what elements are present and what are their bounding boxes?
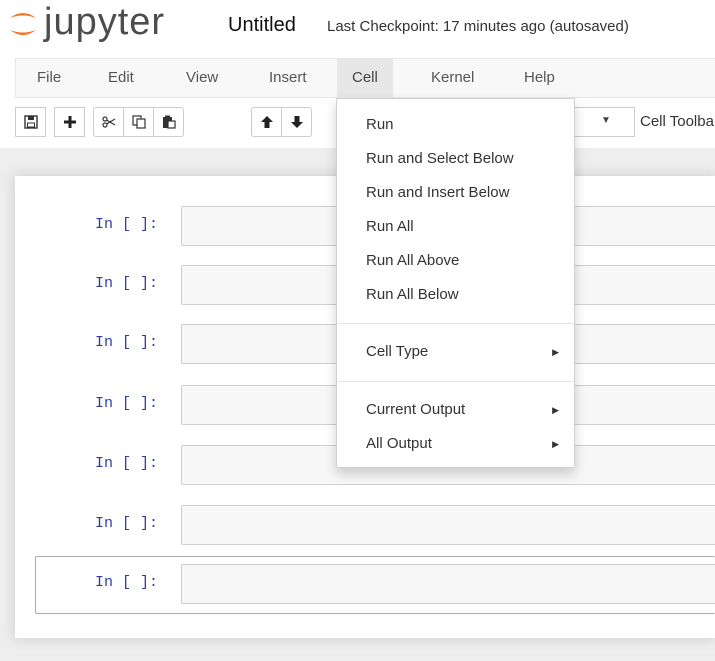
- caret-down-icon: ▼: [601, 115, 611, 126]
- paste-icon: [162, 115, 176, 129]
- menu-help[interactable]: Help: [509, 59, 570, 97]
- code-input[interactable]: [181, 505, 715, 545]
- save-button[interactable]: [15, 107, 46, 137]
- menu-run-all[interactable]: Run All: [337, 210, 574, 244]
- input-prompt: In [ ]:: [95, 275, 159, 292]
- menu-divider: [338, 381, 574, 382]
- copy-icon: [131, 115, 146, 129]
- input-prompt: In [ ]:: [95, 216, 159, 233]
- menu-kernel[interactable]: Kernel: [416, 59, 489, 97]
- move-up-button[interactable]: [251, 107, 282, 137]
- insert-cell-button[interactable]: [54, 107, 85, 137]
- menu-run[interactable]: Run: [337, 108, 574, 142]
- code-cell[interactable]: In [ ]:: [35, 497, 715, 555]
- submenu-arrow-icon: ▶: [552, 405, 559, 415]
- cut-button[interactable]: [93, 107, 124, 137]
- code-cell-selected[interactable]: In [ ]:: [35, 556, 715, 614]
- copy-button[interactable]: [123, 107, 154, 137]
- menu-all-output[interactable]: All Output ▶: [337, 427, 574, 461]
- menu-all-output-label: All Output: [366, 435, 432, 452]
- input-prompt: In [ ]:: [95, 515, 159, 532]
- input-prompt: In [ ]:: [95, 395, 159, 412]
- input-prompt: In [ ]:: [95, 574, 159, 591]
- cell-toolbar-label: Cell Toolbar: [640, 113, 715, 130]
- scissors-icon: [101, 116, 115, 128]
- menu-run-insert-below[interactable]: Run and Insert Below: [337, 176, 574, 210]
- plus-icon: [63, 116, 76, 128]
- menu-run-select-below[interactable]: Run and Select Below: [337, 142, 574, 176]
- paste-button[interactable]: [153, 107, 184, 137]
- menu-cell-type[interactable]: Cell Type ▶: [337, 335, 574, 369]
- checkpoint-status: Last Checkpoint: 17 minutes ago (autosav…: [327, 18, 629, 35]
- menu-current-output-label: Current Output: [366, 401, 466, 418]
- code-input[interactable]: [181, 564, 715, 604]
- input-prompt: In [ ]:: [95, 334, 159, 351]
- menu-divider: [338, 323, 574, 324]
- notebook-name[interactable]: Untitled: [228, 14, 296, 37]
- menu-cell-type-label: Cell Type: [366, 343, 429, 360]
- menu-edit[interactable]: Edit: [93, 59, 149, 97]
- input-prompt: In [ ]:: [95, 455, 159, 472]
- jupyter-logo-icon[interactable]: [6, 6, 40, 42]
- save-icon: [23, 115, 38, 129]
- arrow-up-icon: [260, 116, 273, 128]
- menu-insert[interactable]: Insert: [254, 59, 322, 97]
- menu-run-all-below[interactable]: Run All Below: [337, 278, 574, 312]
- menu-current-output[interactable]: Current Output ▶: [337, 393, 574, 427]
- menu-run-all-above[interactable]: Run All Above: [337, 244, 574, 278]
- arrow-down-icon: [290, 116, 303, 128]
- submenu-arrow-icon: ▶: [552, 439, 559, 449]
- menu-view[interactable]: View: [171, 59, 233, 97]
- jupyter-logo-text[interactable]: jupyter: [44, 2, 165, 42]
- menu-file[interactable]: File: [22, 59, 76, 97]
- menubar: File Edit View Insert Cell Kernel Help: [15, 58, 715, 98]
- move-down-button[interactable]: [281, 107, 312, 137]
- menu-cell[interactable]: Cell: [337, 59, 393, 97]
- cell-dropdown-menu: Run Run and Select Below Run and Insert …: [336, 98, 575, 468]
- submenu-arrow-icon: ▶: [552, 347, 559, 357]
